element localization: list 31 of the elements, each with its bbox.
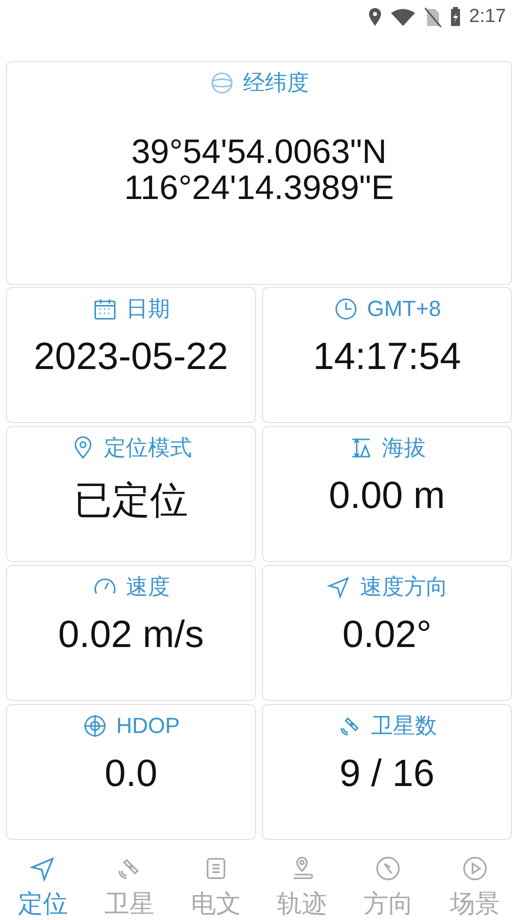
card-label: 速度 — [126, 573, 170, 601]
card-label: HDOP — [116, 713, 180, 739]
nav-tab[interactable]: 轨迹 — [258, 844, 346, 920]
card-label: 速度方向 — [360, 573, 448, 601]
card-value: 已定位 — [73, 479, 189, 524]
card-label: 日期 — [126, 295, 170, 323]
nav-tab[interactable]: 场景 — [432, 844, 518, 920]
card-value: 0.02 m/s — [57, 614, 205, 657]
card-label: GMT+8 — [367, 296, 441, 322]
card-label: 卫星数 — [371, 712, 437, 740]
status-time: 2:17 — [469, 6, 506, 28]
nav-tab[interactable]: 卫星 — [86, 844, 173, 920]
clock-icon — [333, 296, 360, 322]
card-value: 0.00 m — [328, 475, 446, 518]
nav-tab[interactable]: 方向 — [345, 844, 432, 920]
nav-tab[interactable]: 定位 — [0, 844, 86, 920]
no-sim-icon — [424, 5, 442, 30]
card-label: 定位模式 — [104, 434, 192, 462]
globe-icon — [209, 70, 235, 96]
card-value: 0.0 — [104, 753, 158, 796]
card-value: 14:17:54 — [312, 336, 462, 379]
navigation-arrow-icon — [326, 574, 352, 600]
card-label: 海拔 — [382, 434, 426, 462]
latitude-value: 39°54'54.0063"N — [131, 134, 387, 170]
card-value: 0.02° — [341, 614, 433, 657]
nav-tab[interactable]: 电文 — [172, 844, 259, 920]
longitude-value: 116°24'14.3989"E — [124, 170, 394, 206]
card-value: 2023-05-22 — [32, 336, 230, 379]
card-value: 9 / 16 — [338, 753, 436, 796]
card-label: 经纬度 — [243, 68, 309, 97]
crosshair-icon — [82, 713, 108, 739]
